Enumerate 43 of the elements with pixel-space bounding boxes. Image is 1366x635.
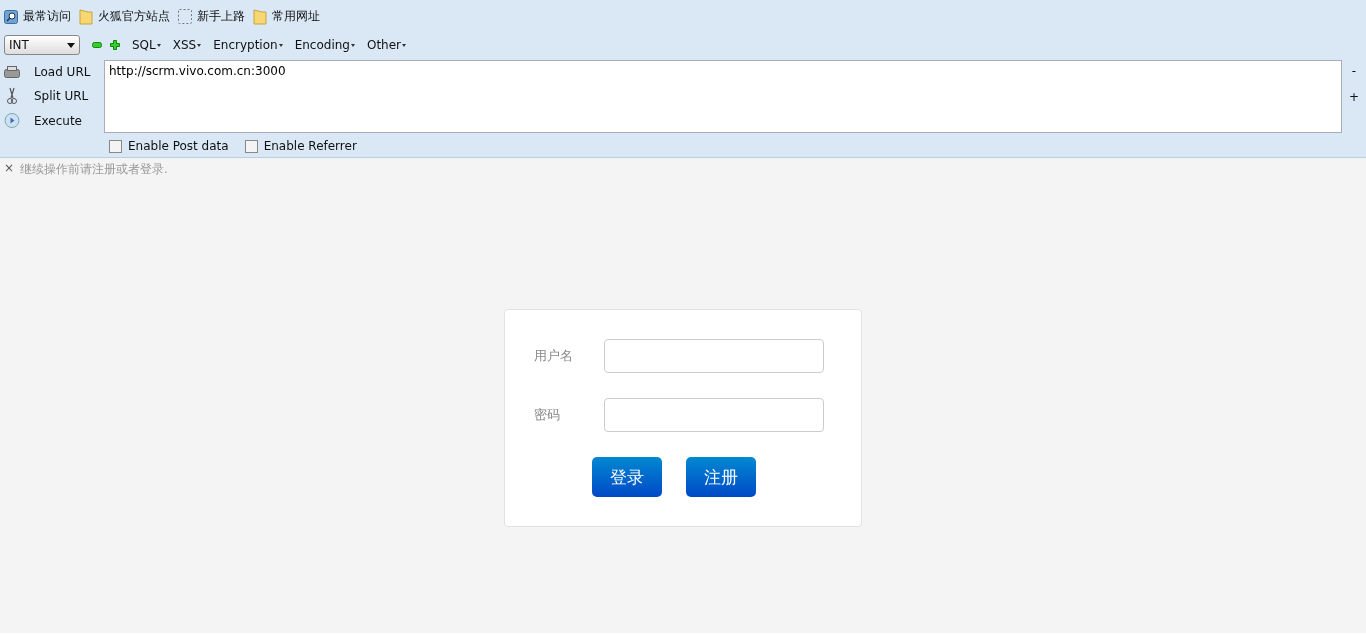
notice-text: 继续操作前请注册或者登录. bbox=[20, 161, 168, 178]
type-select[interactable]: INT bbox=[4, 35, 80, 55]
caret-icon bbox=[156, 43, 161, 47]
resize-button[interactable]: - bbox=[1351, 64, 1357, 78]
field-label: 密码 bbox=[533, 406, 561, 424]
resize-button[interactable]: + bbox=[1348, 90, 1360, 104]
caret-icon bbox=[278, 43, 283, 47]
menu-item[interactable]: Encryption bbox=[213, 38, 283, 52]
checkbox-label: Enable Referrer bbox=[263, 139, 357, 153]
bookmark-item[interactable]: 常用网址 bbox=[253, 8, 320, 25]
checkbox[interactable] bbox=[109, 139, 122, 153]
form-button[interactable]: 登录 bbox=[592, 457, 662, 497]
checkbox-label: Enable Post data bbox=[128, 139, 229, 153]
input-field[interactable] bbox=[604, 398, 824, 432]
folder-icon bbox=[79, 8, 93, 25]
minus-icon[interactable] bbox=[92, 42, 102, 48]
bookmark-item[interactable]: 最常访问 bbox=[4, 8, 71, 25]
caret-icon bbox=[402, 43, 407, 47]
scissors-icon bbox=[4, 87, 20, 106]
action-button[interactable]: Load URL bbox=[34, 65, 91, 80]
plus-icon[interactable] bbox=[110, 40, 120, 50]
play-icon bbox=[4, 113, 20, 129]
menu-item[interactable]: XSS bbox=[172, 38, 202, 52]
menu-item[interactable]: SQL bbox=[132, 38, 161, 52]
close-button[interactable]: × bbox=[4, 161, 15, 178]
input-field[interactable] bbox=[604, 339, 824, 373]
printer-icon bbox=[4, 66, 20, 79]
action-button[interactable]: Execute bbox=[34, 113, 82, 128]
caret-icon bbox=[67, 42, 75, 48]
menu-item[interactable]: Encoding bbox=[294, 38, 355, 52]
action-button[interactable]: Split URL bbox=[34, 89, 89, 104]
caret-icon bbox=[197, 43, 202, 47]
search-icon bbox=[4, 9, 18, 24]
field-label: 用户名 bbox=[533, 347, 574, 365]
checkbox[interactable] bbox=[244, 139, 258, 153]
folder-icon bbox=[253, 8, 267, 25]
blank-page-icon bbox=[178, 9, 192, 24]
bookmark-item[interactable]: 火狐官方站点 bbox=[79, 8, 170, 25]
menu-item[interactable]: Other bbox=[366, 38, 407, 52]
caret-icon bbox=[350, 43, 355, 47]
url-field[interactable]: http://scrm.vivo.com.cn:3000 bbox=[104, 60, 1342, 133]
form-button[interactable]: 注册 bbox=[686, 457, 756, 497]
bookmark-item[interactable]: 新手上路 bbox=[178, 8, 245, 25]
